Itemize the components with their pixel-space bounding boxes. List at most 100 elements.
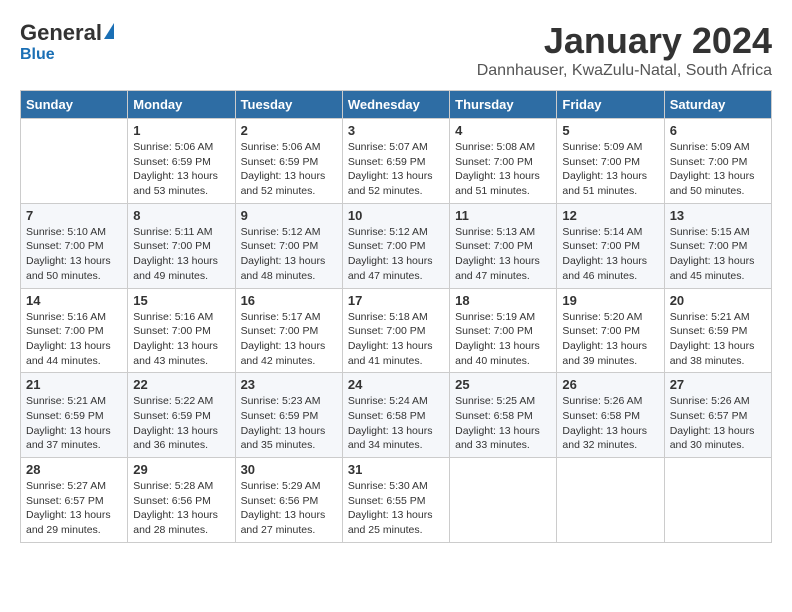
calendar-day-cell: 13 Sunrise: 5:15 AMSunset: 7:00 PMDayligh… [664, 203, 771, 288]
month-year-title: January 2024 [477, 20, 772, 62]
calendar-day-cell: 20 Sunrise: 5:21 AMSunset: 6:59 PMDayligh… [664, 288, 771, 373]
calendar-day-cell: 10Sunrise: 5:12 AMSunset: 7:00 PMDayligh… [342, 203, 449, 288]
logo-general: General [20, 20, 102, 46]
logo: General Blue [20, 20, 114, 64]
day-number: 19 [562, 293, 658, 308]
day-number: 3 [348, 123, 444, 138]
day-info: Sunrise: 5:24 AMSunset: 6:58 PMDaylight:… [348, 394, 444, 453]
day-number: 1 [133, 123, 229, 138]
calendar-header-cell: Thursday [450, 91, 557, 119]
day-info: Sunrise: 5:08 AMSunset: 7:00 PMDaylight:… [455, 140, 551, 199]
day-number: 4 [455, 123, 551, 138]
day-number: 16 [241, 293, 337, 308]
calendar-day-cell: 15Sunrise: 5:16 AMSunset: 7:00 PMDayligh… [128, 288, 235, 373]
day-number: 6 [670, 123, 766, 138]
day-info: Sunrise: 5:06 AMSunset: 6:59 PMDaylight:… [133, 140, 229, 199]
day-number: 25 [455, 377, 551, 392]
day-number: 13 [670, 208, 766, 223]
calendar-day-cell: 1 Sunrise: 5:06 AMSunset: 6:59 PMDaylight… [128, 119, 235, 204]
calendar-day-cell: 14 Sunrise: 5:16 AMSunset: 7:00 PMDayligh… [21, 288, 128, 373]
calendar-day-cell: 8 Sunrise: 5:11 AMSunset: 7:00 PMDaylight… [128, 203, 235, 288]
calendar-week-row: 14 Sunrise: 5:16 AMSunset: 7:00 PMDayligh… [21, 288, 772, 373]
day-number: 17 [348, 293, 444, 308]
calendar-day-cell: 19 Sunrise: 5:20 AMSunset: 7:00 PMDayligh… [557, 288, 664, 373]
calendar-header-cell: Sunday [21, 91, 128, 119]
day-info: Sunrise: 5:28 AMSunset: 6:56 PMDaylight:… [133, 479, 229, 538]
calendar-day-cell: 2Sunrise: 5:06 AMSunset: 6:59 PMDaylight… [235, 119, 342, 204]
calendar-week-row: 7 Sunrise: 5:10 AMSunset: 7:00 PMDaylight… [21, 203, 772, 288]
calendar-day-cell: 31 Sunrise: 5:30 AMSunset: 6:55 PMDayligh… [342, 458, 449, 543]
day-info: Sunrise: 5:11 AMSunset: 7:00 PMDaylight:… [133, 225, 229, 284]
calendar-day-cell: 18Sunrise: 5:19 AMSunset: 7:00 PMDayligh… [450, 288, 557, 373]
day-info: Sunrise: 5:15 AMSunset: 7:00 PMDaylight:… [670, 225, 766, 284]
calendar-day-cell: 12Sunrise: 5:14 AMSunset: 7:00 PMDayligh… [557, 203, 664, 288]
calendar-day-cell: 5 Sunrise: 5:09 AMSunset: 7:00 PMDaylight… [557, 119, 664, 204]
day-info: Sunrise: 5:13 AMSunset: 7:00 PMDaylight:… [455, 225, 551, 284]
calendar-day-cell: 30 Sunrise: 5:29 AMSunset: 6:56 PMDayligh… [235, 458, 342, 543]
day-info: Sunrise: 5:07 AMSunset: 6:59 PMDaylight:… [348, 140, 444, 199]
day-number: 30 [241, 462, 337, 477]
day-number: 22 [133, 377, 229, 392]
logo-triangle-icon [104, 23, 114, 39]
day-info: Sunrise: 5:21 AMSunset: 6:59 PMDaylight:… [670, 310, 766, 369]
day-info: Sunrise: 5:12 AMSunset: 7:00 PMDaylight:… [241, 225, 337, 284]
day-number: 5 [562, 123, 658, 138]
calendar-day-cell: 6 Sunrise: 5:09 AMSunset: 7:00 PMDaylight… [664, 119, 771, 204]
day-info: Sunrise: 5:23 AMSunset: 6:59 PMDaylight:… [241, 394, 337, 453]
calendar-day-cell [557, 458, 664, 543]
calendar-day-cell: 16 Sunrise: 5:17 AMSunset: 7:00 PMDayligh… [235, 288, 342, 373]
day-info: Sunrise: 5:29 AMSunset: 6:56 PMDaylight:… [241, 479, 337, 538]
calendar-day-cell: 4 Sunrise: 5:08 AMSunset: 7:00 PMDaylight… [450, 119, 557, 204]
calendar-day-cell: 7 Sunrise: 5:10 AMSunset: 7:00 PMDaylight… [21, 203, 128, 288]
day-number: 31 [348, 462, 444, 477]
day-number: 9 [241, 208, 337, 223]
day-number: 10 [348, 208, 444, 223]
location-subtitle: Dannhauser, KwaZulu-Natal, South Africa [477, 62, 772, 80]
calendar-header-cell: Friday [557, 91, 664, 119]
calendar-table: SundayMondayTuesdayWednesdayThursdayFrid… [20, 90, 772, 543]
day-info: Sunrise: 5:26 AMSunset: 6:57 PMDaylight:… [670, 394, 766, 453]
day-number: 2 [241, 123, 337, 138]
day-info: Sunrise: 5:16 AMSunset: 7:00 PMDaylight:… [26, 310, 122, 369]
day-number: 29 [133, 462, 229, 477]
day-number: 8 [133, 208, 229, 223]
calendar-day-cell: 27 Sunrise: 5:26 AMSunset: 6:57 PMDayligh… [664, 373, 771, 458]
calendar-header-cell: Saturday [664, 91, 771, 119]
calendar-header-row: SundayMondayTuesdayWednesdayThursdayFrid… [21, 91, 772, 119]
page-header: General Blue January 2024 Dannhauser, Kw… [20, 20, 772, 80]
title-section: January 2024 Dannhauser, KwaZulu-Natal, … [477, 20, 772, 80]
day-info: Sunrise: 5:14 AMSunset: 7:00 PMDaylight:… [562, 225, 658, 284]
day-info: Sunrise: 5:18 AMSunset: 7:00 PMDaylight:… [348, 310, 444, 369]
day-info: Sunrise: 5:30 AMSunset: 6:55 PMDaylight:… [348, 479, 444, 538]
day-number: 23 [241, 377, 337, 392]
calendar-week-row: 28 Sunrise: 5:27 AMSunset: 6:57 PMDayligh… [21, 458, 772, 543]
calendar-week-row: 1 Sunrise: 5:06 AMSunset: 6:59 PMDaylight… [21, 119, 772, 204]
day-info: Sunrise: 5:09 AMSunset: 7:00 PMDaylight:… [670, 140, 766, 199]
day-number: 27 [670, 377, 766, 392]
day-info: Sunrise: 5:25 AMSunset: 6:58 PMDaylight:… [455, 394, 551, 453]
day-info: Sunrise: 5:22 AMSunset: 6:59 PMDaylight:… [133, 394, 229, 453]
day-info: Sunrise: 5:21 AMSunset: 6:59 PMDaylight:… [26, 394, 122, 453]
day-info: Sunrise: 5:20 AMSunset: 7:00 PMDaylight:… [562, 310, 658, 369]
day-number: 21 [26, 377, 122, 392]
day-number: 11 [455, 208, 551, 223]
day-info: Sunrise: 5:09 AMSunset: 7:00 PMDaylight:… [562, 140, 658, 199]
calendar-day-cell: 23 Sunrise: 5:23 AMSunset: 6:59 PMDayligh… [235, 373, 342, 458]
calendar-day-cell: 17 Sunrise: 5:18 AMSunset: 7:00 PMDayligh… [342, 288, 449, 373]
calendar-day-cell: 21 Sunrise: 5:21 AMSunset: 6:59 PMDayligh… [21, 373, 128, 458]
day-info: Sunrise: 5:10 AMSunset: 7:00 PMDaylight:… [26, 225, 122, 284]
day-info: Sunrise: 5:17 AMSunset: 7:00 PMDaylight:… [241, 310, 337, 369]
calendar-day-cell: 22 Sunrise: 5:22 AMSunset: 6:59 PMDayligh… [128, 373, 235, 458]
day-number: 14 [26, 293, 122, 308]
day-info: Sunrise: 5:27 AMSunset: 6:57 PMDaylight:… [26, 479, 122, 538]
day-number: 26 [562, 377, 658, 392]
day-number: 28 [26, 462, 122, 477]
day-number: 7 [26, 208, 122, 223]
calendar-day-cell: 9 Sunrise: 5:12 AMSunset: 7:00 PMDaylight… [235, 203, 342, 288]
calendar-week-row: 21 Sunrise: 5:21 AMSunset: 6:59 PMDayligh… [21, 373, 772, 458]
day-number: 20 [670, 293, 766, 308]
calendar-day-cell [664, 458, 771, 543]
day-number: 15 [133, 293, 229, 308]
day-info: Sunrise: 5:26 AMSunset: 6:58 PMDaylight:… [562, 394, 658, 453]
calendar-day-cell [450, 458, 557, 543]
